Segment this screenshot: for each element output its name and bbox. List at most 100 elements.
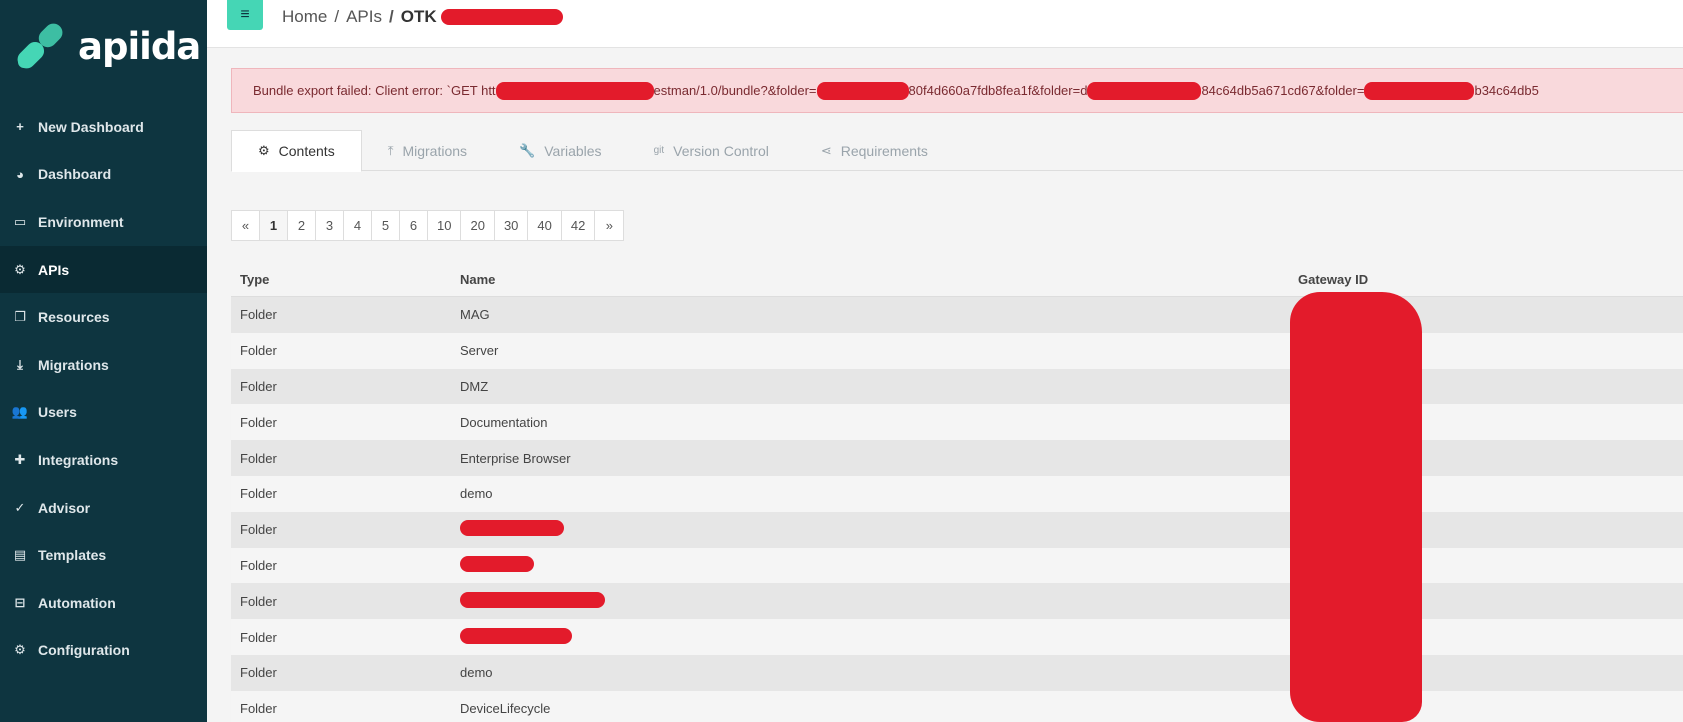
breadcrumb-separator: / (334, 7, 340, 26)
pagination-next[interactable]: » (595, 211, 623, 240)
pagination-page[interactable]: 1 (260, 211, 288, 240)
contents-table: Type Name Gateway ID Folder MAG 0f4d660a… (231, 262, 1683, 722)
redaction-mark (460, 627, 572, 644)
tab-requirements[interactable]: ⋖ Requirements (795, 130, 954, 171)
cell-name: DeviceLifecycle (460, 701, 551, 717)
file-icon: ▤ (13, 547, 27, 563)
pagination-page[interactable]: 4 (344, 211, 372, 240)
table-row[interactable]: Folder i660a7fdb8febdf (231, 583, 1683, 620)
sidebar-item-apis[interactable]: ⚙ APIs (0, 245, 207, 294)
pagination-page[interactable]: 2 (288, 211, 316, 240)
sidebar-item-configuration[interactable]: ⚙ Configuration (0, 627, 207, 675)
alert-text-part: 80f4d660a7fdb8fea1f&folder=d (908, 83, 1088, 98)
tab-contents[interactable]: ⚙ Contents (231, 130, 362, 172)
cell-name: Server (460, 343, 499, 359)
apiida-logo[interactable]: apiida (12, 18, 201, 74)
cell-name (451, 591, 1289, 611)
table-row[interactable]: Folder MAG 0f4d660a7fdb8fea1f (231, 297, 1683, 333)
sidebar-item-advisor[interactable]: ✓ Advisor (0, 484, 207, 532)
upload-icon: ⤒ (387, 142, 394, 158)
download-icon: ⤓ (17, 356, 23, 372)
table-row[interactable]: Folder DeviceLifecycle 31f0533fd581d45 (231, 690, 1683, 722)
puzzle-icon: ✚ (14, 451, 26, 467)
tab-migrations[interactable]: ⤒ Migrations (362, 130, 493, 171)
tab-variables[interactable]: 🔧 Variables (493, 130, 628, 171)
gear-icon: ⚙ (14, 642, 26, 658)
redaction-mark (1364, 81, 1475, 100)
sidebar-item-migrations[interactable]: ⤓ Migrations (0, 341, 207, 389)
sidebar-item-users[interactable]: 👥 Users (0, 389, 207, 437)
pagination-page[interactable]: 40 (528, 211, 562, 240)
sidebar-item-label: New Dashboard (38, 118, 144, 135)
table-row[interactable]: Folder d660a7fdb8feb9f (231, 547, 1683, 584)
sidebar-item-resources[interactable]: ❐ Resources (0, 293, 207, 341)
sidebar-item-dashboard[interactable]: ◕ Dashboard (0, 151, 207, 199)
column-header-type[interactable]: Type (231, 272, 451, 287)
tab-label: Version Control (673, 142, 769, 159)
cell-name (451, 627, 1289, 647)
cell-type: Folder (240, 307, 277, 323)
inbox-icon: ⊟ (14, 594, 26, 610)
table-row[interactable]: Folder Server f4d660a7fdb8fea5f (231, 332, 1683, 369)
sidebar-item-new-dashboard[interactable]: + New Dashboard (0, 103, 207, 151)
column-header-name[interactable]: Name (451, 272, 1289, 287)
cell-type: Folder (240, 414, 277, 430)
pagination-prev[interactable]: « (232, 211, 260, 240)
pagination-page[interactable]: 30 (495, 211, 529, 240)
breadcrumb: Home / APIs / OTK (282, 7, 563, 27)
breadcrumb-separator: / (389, 7, 394, 26)
cogs-icon: ⚙ (258, 143, 270, 158)
breadcrumb-apis[interactable]: APIs (346, 7, 382, 27)
brand-name: apiida (78, 24, 201, 68)
pagination-page[interactable]: 6 (400, 211, 428, 240)
table-header: Type Name Gateway ID (231, 262, 1683, 297)
sidebar-item-label: Users (38, 404, 77, 421)
cell-name: Enterprise Browser (460, 450, 571, 466)
cell-name (451, 555, 1289, 575)
share-icon: ⋖ (820, 142, 832, 158)
pagination-page[interactable]: 10 (428, 211, 462, 240)
cell-type: Folder (240, 557, 277, 573)
table-row[interactable]: Folder demo 4d660a7fdb8feb1f (231, 475, 1683, 512)
dashboard-icon: ◕ (16, 166, 24, 182)
sidebar-item-label: Templates (38, 547, 107, 564)
table-row[interactable]: Folder Documentation 54c7c27f5715eec7 (231, 404, 1683, 441)
hamburger-icon: ≡ (240, 6, 250, 23)
table-row[interactable]: Folder 660a7fdb8feb5f (231, 511, 1683, 548)
redaction-mark (1087, 81, 1202, 100)
tab-label: Requirements (840, 142, 928, 159)
tab-version-control[interactable]: git Version Control (628, 130, 795, 171)
sidebar-item-environment[interactable]: ▭ Environment (0, 198, 207, 246)
redaction-mark (460, 555, 534, 572)
sidebar-item-label: Integrations (38, 451, 119, 468)
pagination-page[interactable]: 5 (372, 211, 400, 240)
cell-type: Folder (240, 593, 277, 609)
table-row[interactable]: Folder Enterprise Browser 4d660a7fdb8fea… (231, 440, 1683, 476)
cell-type: Folder (240, 701, 277, 717)
menu-toggle-button[interactable]: ≡ (227, 0, 263, 30)
sidebar-item-label: Advisor (38, 499, 91, 516)
sidebar-item-automation[interactable]: ⊟ Automation (0, 579, 207, 627)
sidebar: apiida + New Dashboard ◕ Dashboard ▭ Env… (0, 0, 207, 722)
pagination-page[interactable]: 20 (461, 211, 495, 240)
cell-name: demo (460, 486, 493, 502)
cell-name: Documentation (460, 414, 548, 430)
redaction-mark (495, 81, 654, 100)
table-row[interactable]: Folder DMZ 4d660a7fdb8fea9f (231, 368, 1683, 405)
wrench-icon: 🔧 (519, 142, 536, 158)
pagination-page[interactable]: 3 (316, 211, 344, 240)
cell-type: Folder (240, 450, 277, 466)
git-icon: git (653, 145, 665, 156)
sidebar-item-integrations[interactable]: ✚ Integrations (0, 436, 207, 484)
column-header-gateway-id[interactable]: Gateway ID (1289, 272, 1368, 287)
table-row[interactable]: Folder 1f0533fd581d46 (231, 619, 1683, 655)
top-bar: ≡ Home / APIs / OTK (207, 0, 1683, 48)
breadcrumb-home[interactable]: Home (282, 7, 327, 27)
sidebar-item-templates[interactable]: ▤ Templates (0, 531, 207, 579)
pagination: « 1 2 3 4 5 6 10 20 30 40 42 » (231, 210, 625, 241)
monitor-icon: ▭ (13, 213, 27, 229)
pagination-page[interactable]: 42 (562, 211, 596, 240)
alert-text-part: Bundle export failed: Client error: `GET… (253, 83, 496, 98)
error-alert: Bundle export failed: Client error: `GET… (231, 68, 1683, 113)
table-row[interactable]: Folder demo 1f0533fd581c85 (231, 654, 1683, 691)
